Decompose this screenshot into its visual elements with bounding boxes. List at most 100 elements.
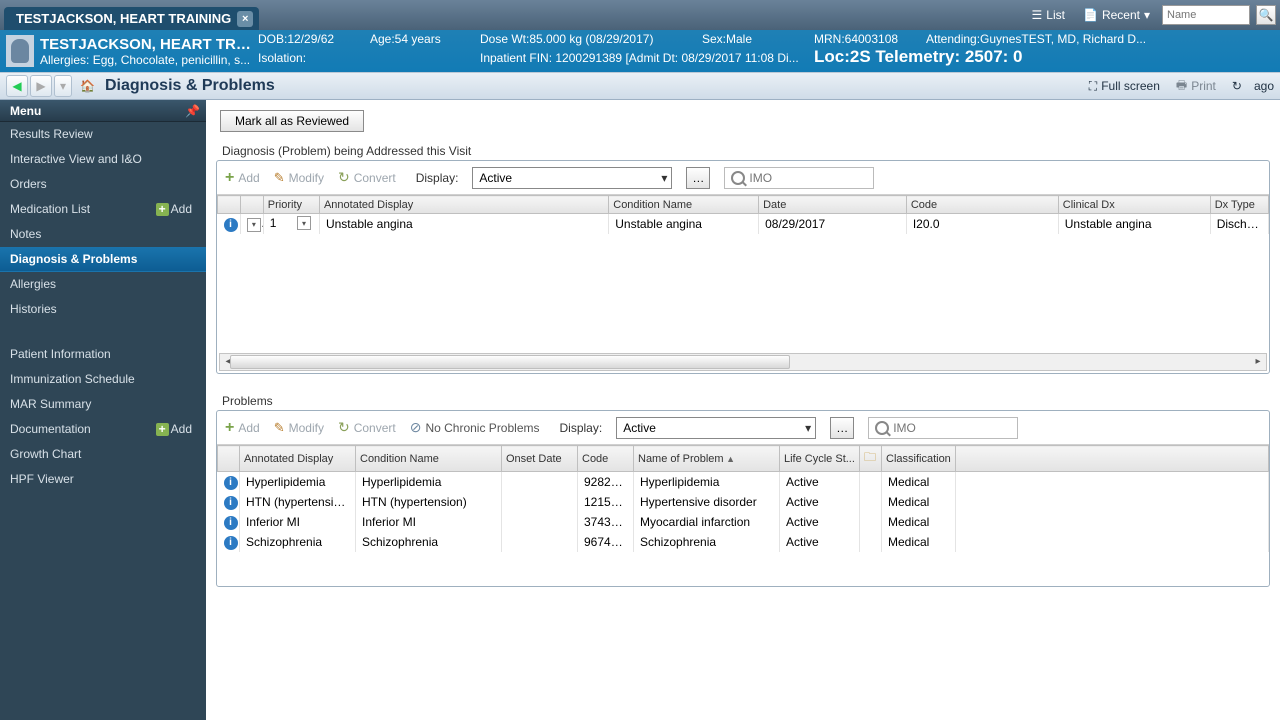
plus-icon: + xyxy=(225,419,234,437)
pin-icon[interactable]: 📌 xyxy=(185,104,200,118)
sidebar-item-results-review[interactable]: Results Review xyxy=(0,122,206,147)
col-info[interactable] xyxy=(218,446,240,472)
patient-name: TESTJACKSON, HEART TRAI... xyxy=(40,36,258,53)
sidebar-item-notes[interactable]: Notes xyxy=(0,222,206,247)
list-button[interactable]: ☰List xyxy=(1026,6,1071,24)
table-row[interactable]: i Hyperlipidemia Hyperlipidemia 92826017… xyxy=(218,472,1269,493)
patient-banner: TESTJACKSON, HEART TRAI... Allergies: Eg… xyxy=(0,30,1280,72)
diagnosis-header-row: Priority Annotated Display Condition Nam… xyxy=(218,196,1269,214)
search-icon: 🔍 xyxy=(1259,8,1274,22)
prob-add-button[interactable]: +Add xyxy=(225,419,260,437)
col-folder[interactable]: 🗀 xyxy=(860,446,882,472)
info-icon[interactable]: i xyxy=(224,476,238,490)
diag-modify-button[interactable]: ✎Modify xyxy=(274,170,324,186)
table-row[interactable]: i Inferior MI Inferior MI 37436014 Myoca… xyxy=(218,512,1269,532)
medication-add-button[interactable]: +Add xyxy=(152,202,196,216)
table-row[interactable]: i Schizophrenia Schizophrenia 96745016 S… xyxy=(218,532,1269,552)
scroll-right-icon[interactable]: ▸ xyxy=(1250,354,1266,370)
col-classification[interactable]: Classification xyxy=(882,446,956,472)
col-priority[interactable]: Priority xyxy=(263,196,319,214)
diag-add-button[interactable]: +Add xyxy=(225,169,260,187)
sidebar-item-mar-summary[interactable]: MAR Summary xyxy=(0,392,206,417)
sidebar-item-orders[interactable]: Orders xyxy=(0,172,206,197)
search-button[interactable]: 🔍 xyxy=(1256,5,1276,25)
patient-attending: Attending:GuynesTEST, MD, Richard D... xyxy=(926,32,1146,46)
col-condition[interactable]: Condition Name xyxy=(356,446,502,472)
col-onset[interactable]: Onset Date xyxy=(502,446,578,472)
sidebar-item-interactive-view[interactable]: Interactive View and I&O xyxy=(0,147,206,172)
sidebar-item-immunization-schedule[interactable]: Immunization Schedule xyxy=(0,367,206,392)
close-icon[interactable]: × xyxy=(237,11,253,27)
col-expand[interactable] xyxy=(240,196,263,214)
mark-all-reviewed-button[interactable]: Mark all as Reviewed xyxy=(220,110,364,132)
prob-modify-button[interactable]: ✎Modify xyxy=(274,420,324,436)
sidebar-item-allergies[interactable]: Allergies xyxy=(0,272,206,297)
sidebar-menu-header[interactable]: Menu 📌 xyxy=(0,100,206,122)
expand-icon[interactable]: ▾ xyxy=(247,218,261,232)
recent-button[interactable]: 📄Recent▾ xyxy=(1077,6,1156,24)
sidebar-item-medication-list[interactable]: Medication List+Add xyxy=(0,197,206,222)
patient-location: Loc:2S Telemetry: 2507: 0 xyxy=(814,47,1023,67)
sidebar-item-documentation[interactable]: Documentation+Add xyxy=(0,417,206,442)
name-search-input[interactable] xyxy=(1162,5,1250,25)
col-clinical-dx[interactable]: Clinical Dx xyxy=(1058,196,1210,214)
nav-history-dropdown[interactable]: ▾ xyxy=(54,75,72,97)
patient-dob: DOB:12/29/62 xyxy=(258,32,334,46)
patient-tab-title: TESTJACKSON, HEART TRAINING xyxy=(16,11,231,26)
plus-icon: + xyxy=(225,169,234,187)
info-icon[interactable]: i xyxy=(224,218,238,232)
sidebar-item-diagnosis-problems[interactable]: Diagnosis & Problems xyxy=(0,247,206,272)
col-annotated[interactable]: Annotated Display xyxy=(240,446,356,472)
convert-icon: ↻ xyxy=(338,169,350,186)
folder-icon: 🗀 xyxy=(864,450,876,464)
sidebar-item-patient-information[interactable]: Patient Information xyxy=(0,342,206,367)
sidebar-item-histories[interactable]: Histories xyxy=(0,297,206,322)
info-icon[interactable]: i xyxy=(224,496,238,510)
nav-back-button[interactable]: ◀ xyxy=(6,75,28,97)
diag-display-dropdown[interactable]: Active xyxy=(472,167,672,189)
patient-fin: Inpatient FIN: 1200291389 [Admit Dt: 08/… xyxy=(480,51,799,65)
diagnosis-toolbar: +Add ✎Modify ↻Convert Display: Active … xyxy=(217,161,1269,195)
col-date[interactable]: Date xyxy=(759,196,907,214)
diag-convert-button[interactable]: ↻Convert xyxy=(338,169,396,186)
horizontal-scrollbar[interactable]: ◂ ▸ xyxy=(219,353,1267,371)
table-row[interactable]: i ▾ 1▾ Unstable angina Unstable angina 0… xyxy=(218,214,1269,235)
prob-display-dropdown[interactable]: Active xyxy=(616,417,816,439)
nav-forward-button[interactable]: ▶ xyxy=(30,75,52,97)
chevron-down-icon: ▾ xyxy=(1144,8,1150,22)
search-icon xyxy=(875,421,889,435)
col-name-of-problem[interactable]: Name of Problem xyxy=(634,446,780,472)
prob-options-button[interactable]: … xyxy=(830,417,854,439)
col-info[interactable] xyxy=(218,196,241,214)
priority-dropdown[interactable]: ▾ xyxy=(297,216,311,230)
problems-toolbar: +Add ✎Modify ↻Convert ⊘No Chronic Proble… xyxy=(217,411,1269,445)
info-icon[interactable]: i xyxy=(224,516,238,530)
col-condition[interactable]: Condition Name xyxy=(609,196,759,214)
diag-imo-search[interactable] xyxy=(724,167,874,189)
patient-tab[interactable]: TESTJACKSON, HEART TRAINING × xyxy=(4,7,259,30)
print-button[interactable]: 🖶Print xyxy=(1172,74,1220,99)
col-dx-type[interactable]: Dx Type xyxy=(1210,196,1268,214)
scroll-thumb[interactable] xyxy=(230,355,790,369)
problems-table: Annotated Display Condition Name Onset D… xyxy=(217,445,1269,552)
documentation-add-button[interactable]: +Add xyxy=(152,422,196,436)
col-blank xyxy=(956,446,1269,472)
col-life-cycle[interactable]: Life Cycle St... xyxy=(780,446,860,472)
pencil-icon: ✎ xyxy=(274,420,285,436)
diag-options-button[interactable]: … xyxy=(686,167,710,189)
info-icon[interactable]: i xyxy=(224,536,238,550)
no-chronic-button[interactable]: ⊘No Chronic Problems xyxy=(410,419,540,436)
fullscreen-icon: ⛶ xyxy=(1089,79,1097,94)
sidebar-item-growth-chart[interactable]: Growth Chart xyxy=(0,442,206,467)
fullscreen-button[interactable]: ⛶Full screen xyxy=(1085,77,1164,96)
col-code[interactable]: Code xyxy=(578,446,634,472)
home-icon[interactable]: 🏠 xyxy=(80,79,95,93)
col-code[interactable]: Code xyxy=(906,196,1058,214)
prob-convert-button[interactable]: ↻Convert xyxy=(338,419,396,436)
patient-sex: Sex:Male xyxy=(702,32,752,46)
table-row[interactable]: i HTN (hypertension) HTN (hypertension) … xyxy=(218,492,1269,512)
refresh-button[interactable]: ↻ xyxy=(1228,77,1246,95)
prob-imo-search[interactable] xyxy=(868,417,1018,439)
sidebar-item-hpf-viewer[interactable]: HPF Viewer xyxy=(0,467,206,492)
col-annotated[interactable]: Annotated Display xyxy=(319,196,608,214)
